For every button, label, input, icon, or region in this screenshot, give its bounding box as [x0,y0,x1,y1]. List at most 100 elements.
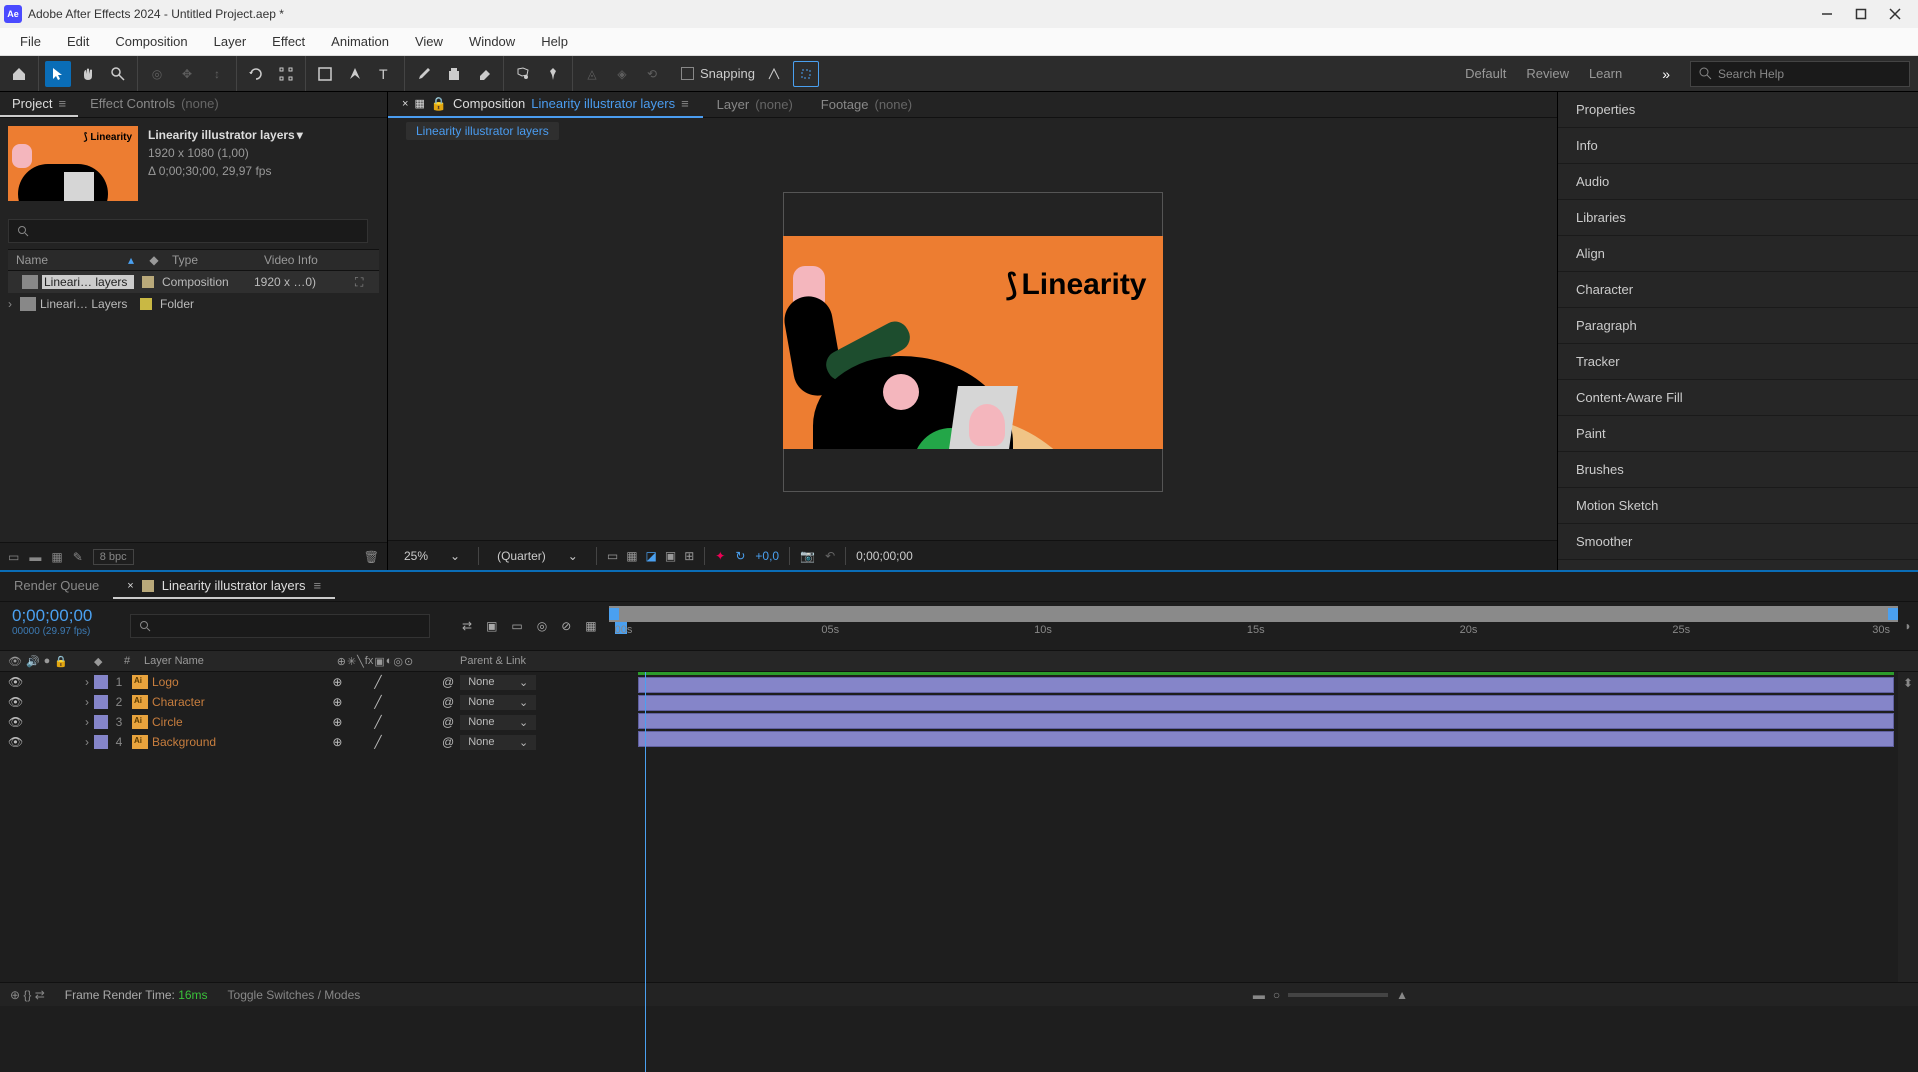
col-tag[interactable]: ◆ [140,253,168,267]
new-folder-icon[interactable]: ▬ [29,550,41,564]
visibility-icon[interactable]: 👁 [8,695,23,709]
draft3d-icon[interactable]: ▣ [486,619,497,633]
panel-info[interactable]: Info [1558,128,1918,164]
frame-blend-icon[interactable]: ◎ [537,619,547,633]
shape-tool[interactable] [312,61,338,87]
parent-dropdown[interactable]: None⌄ [460,675,536,690]
dolly-tool[interactable]: ↕ [204,61,230,87]
timeline-zoom-slider[interactable]: ▬○▲ [1253,988,1408,1002]
clone-tool[interactable] [441,61,467,87]
eraser-tool[interactable] [471,61,497,87]
3d-tool-3[interactable]: ⟲ [639,61,665,87]
tab-composition[interactable]: × ▦ 🔒 Composition Linearity illustrator … [388,92,703,118]
pin-tool[interactable] [540,61,566,87]
hand-tool[interactable] [75,61,101,87]
panel-content-aware-fill[interactable]: Content-Aware Fill [1558,380,1918,416]
exposure-reset-icon[interactable]: ↻ [735,549,745,563]
snap-opt-1[interactable] [761,61,787,87]
show-snapshot-icon[interactable]: ↶ [825,549,835,563]
close-button[interactable] [1888,7,1902,21]
timeline-track-area[interactable] [634,672,1898,982]
snapshot-icon[interactable]: 📷 [800,549,815,563]
timeline-row-1[interactable]: 👁 ›1 Logo ⊕╱ @None⌄ [0,672,634,692]
3d-tool-1[interactable]: ◬ [579,61,605,87]
project-thumbnail[interactable]: ⟆ Linearity [8,126,138,201]
panel-character[interactable]: Character [1558,272,1918,308]
menu-edit[interactable]: Edit [55,30,101,53]
workspace-overflow[interactable]: » [1662,66,1670,82]
bpc-toggle[interactable]: 8 bpc [93,549,134,565]
pickwhip-icon[interactable]: @ [442,695,454,709]
col-video-info[interactable]: Video Info [260,253,379,267]
menu-file[interactable]: File [8,30,53,53]
pen-tool[interactable] [342,61,368,87]
snapping-checkbox[interactable] [681,67,694,80]
transparency-grid-icon[interactable]: ▦ [626,549,637,563]
timeline-scroll[interactable]: ⬍ [1898,672,1918,982]
new-comp-icon[interactable]: ▦ [51,550,62,564]
panel-tracker[interactable]: Tracker [1558,344,1918,380]
panel-motion-sketch[interactable]: Motion Sketch [1558,488,1918,524]
snap-opt-2[interactable] [793,61,819,87]
workspace-review[interactable]: Review [1526,66,1569,81]
menu-window[interactable]: Window [457,30,527,53]
zoom-tool[interactable] [105,61,131,87]
menu-animation[interactable]: Animation [319,30,401,53]
tab-render-queue[interactable]: Render Queue [0,574,113,599]
visibility-icon[interactable]: 👁 [8,735,23,749]
parent-dropdown[interactable]: None⌄ [460,695,536,710]
panel-properties[interactable]: Properties [1558,92,1918,128]
project-row-folder[interactable]: › Lineari… Layers Folder [8,293,379,315]
fast-preview-icon[interactable]: ▭ [607,549,618,563]
anchor-tool[interactable] [273,61,299,87]
visibility-icon[interactable]: 👁 [8,715,23,729]
layername-column[interactable]: Layer Name [140,655,300,667]
toggle-switches-icon[interactable]: ⊕ {} ⇄ [10,988,45,1002]
parent-dropdown[interactable]: None⌄ [460,735,536,750]
project-item-title[interactable]: Linearity illustrator layers▾ [148,126,303,144]
rotation-tool[interactable] [243,61,269,87]
col-name[interactable]: Name [16,253,48,267]
num-column[interactable]: # [114,655,140,667]
parent-dropdown[interactable]: None⌄ [460,715,536,730]
timeline-row-3[interactable]: 👁 ›3 Circle ⊕╱ @None⌄ [0,712,634,732]
minimize-button[interactable] [1820,7,1834,21]
timeline-search-input[interactable] [130,614,430,638]
interpret-footage-icon[interactable]: ▭ [8,550,19,564]
quality-dropdown[interactable]: (Quarter)⌄ [489,547,586,565]
panel-align[interactable]: Align [1558,236,1918,272]
tab-effect-controls[interactable]: Effect Controls (none) [78,92,231,117]
trash-icon[interactable]: 🗑 [364,550,379,564]
current-time[interactable]: 0;00;00;00 [12,606,118,626]
timeline-row-2[interactable]: 👁 ›2 Character ⊕╱ @None⌄ [0,692,634,712]
shy-icon[interactable]: ▭ [511,619,522,633]
orbit-tool[interactable]: ◎ [144,61,170,87]
breadcrumb-current[interactable]: Linearity illustrator layers [406,122,559,140]
home-button[interactable] [6,61,32,87]
tab-layer[interactable]: Layer (none) [703,93,807,116]
workspace-learn[interactable]: Learn [1589,66,1622,81]
panel-audio[interactable]: Audio [1558,164,1918,200]
time-ruler[interactable]: 00s 05s 10s 15s 20s 25s 30s [609,602,1898,650]
workspace-default[interactable]: Default [1465,66,1506,81]
comp-mini-flowchart-icon[interactable]: ⇄ [462,619,472,633]
pickwhip-icon[interactable]: @ [442,675,454,689]
menu-layer[interactable]: Layer [202,30,259,53]
switches-column[interactable]: ⊕✳╲fx▣◐◎⊙ [300,655,450,668]
tab-footage[interactable]: Footage (none) [807,93,926,116]
selection-tool[interactable] [45,61,71,87]
menu-effect[interactable]: Effect [260,30,317,53]
text-tool[interactable]: T [372,61,398,87]
pickwhip-icon[interactable]: @ [442,735,454,749]
panel-paint[interactable]: Paint [1558,416,1918,452]
motion-blur-icon[interactable]: ⊘ [561,619,571,633]
menu-view[interactable]: View [403,30,455,53]
adjust-icon[interactable]: ✎ [73,550,83,564]
roto-tool[interactable] [510,61,536,87]
viewport[interactable]: ⟆Linearity [388,144,1557,540]
roi-icon[interactable]: ▣ [665,549,676,563]
graph-editor-icon[interactable]: ▦ [585,619,596,633]
comp-marker-icon[interactable]: ◗ [1898,602,1918,650]
menu-composition[interactable]: Composition [103,30,199,53]
pickwhip-icon[interactable]: @ [442,715,454,729]
